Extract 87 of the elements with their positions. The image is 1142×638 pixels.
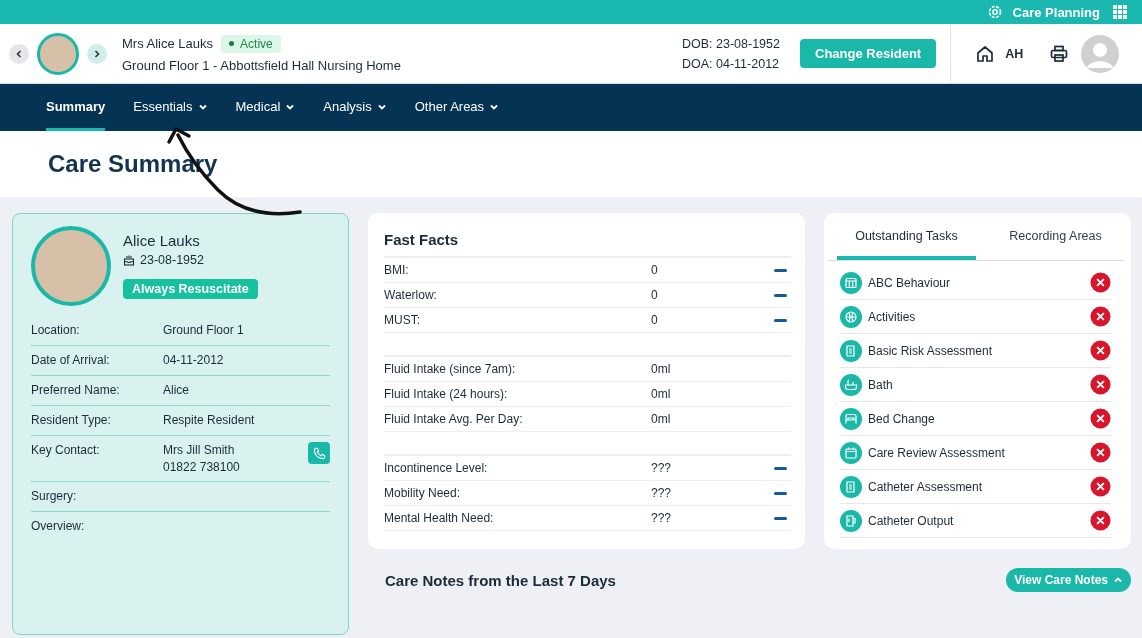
task-label[interactable]: Activities xyxy=(868,309,1090,324)
field-value: Alice xyxy=(163,383,190,397)
nav-tab[interactable]: Analysis xyxy=(323,84,387,131)
field-value: Respite Resident xyxy=(163,413,256,427)
fact-label: Waterlow: xyxy=(384,288,438,302)
fact-value: 0 xyxy=(651,313,659,327)
field-label: Key Contact: xyxy=(31,443,101,457)
task-label[interactable]: Catheter Assessment xyxy=(868,479,1090,494)
fact-value: ??? xyxy=(651,486,673,500)
nav-tab[interactable]: Essentials xyxy=(133,84,208,131)
field-label: Location: xyxy=(31,323,81,337)
fact-label: Mental Health Need: xyxy=(384,511,495,525)
dash-icon xyxy=(774,293,787,297)
document-icon xyxy=(840,339,862,362)
fact-value: ??? xyxy=(651,461,673,475)
field-label: Date of Arrival: xyxy=(31,353,111,367)
resident-location: Ground Floor 1 - Abbottsfield Hall Nursing Home xyxy=(122,57,402,73)
field-label: Resident Type: xyxy=(31,413,112,427)
fact-label: Fluid Intake (24 hours): xyxy=(384,387,509,401)
field-label: Preferred Name: xyxy=(31,383,121,397)
nav-tab[interactable]: Other Areas xyxy=(414,84,500,131)
card-title: Fast Facts xyxy=(384,231,460,248)
field-value: 04-11-2012 xyxy=(163,353,225,367)
document-icon xyxy=(840,475,862,498)
task-label[interactable]: Care Review Assessment xyxy=(868,445,1090,460)
status-badge: Active xyxy=(221,34,281,53)
date-of-birth: DOB: 23-08-1952 xyxy=(682,36,781,51)
bed-icon xyxy=(840,407,862,430)
table-icon xyxy=(840,271,862,294)
close-icon[interactable] xyxy=(1090,442,1111,463)
fact-label: MUST: xyxy=(384,313,421,327)
panel-tab[interactable]: Recording Areas xyxy=(986,216,1125,260)
dash-icon xyxy=(774,318,787,322)
date-of-arrival: DOA: 04-11-2012 xyxy=(682,56,781,71)
close-icon[interactable] xyxy=(1090,272,1111,293)
section-title: Care Notes from the Last 7 Days xyxy=(385,571,616,589)
field-label: Surgery: xyxy=(31,489,78,503)
panel-tab[interactable]: Outstanding Tasks xyxy=(837,216,976,260)
phone-icon xyxy=(312,446,326,460)
close-icon[interactable] xyxy=(1090,510,1111,531)
dash-icon xyxy=(774,516,787,520)
field-label: Overview: xyxy=(31,519,86,533)
resident-avatar xyxy=(37,32,79,75)
close-icon[interactable] xyxy=(1090,374,1111,395)
home-icon[interactable] xyxy=(975,43,996,64)
fact-value: 0ml xyxy=(651,412,672,426)
field-value: Mrs Jill Smith xyxy=(163,443,236,457)
task-label[interactable]: ABC Behaviour xyxy=(868,275,1090,290)
close-icon[interactable] xyxy=(1090,340,1111,361)
field-value: Ground Floor 1 xyxy=(163,323,245,337)
previous-button[interactable] xyxy=(9,43,29,64)
profile-dob: 23-08-1952 xyxy=(140,253,204,267)
profile-name: Alice Lauks xyxy=(123,232,200,249)
fact-label: Fluid Intake Avg. Per Day: xyxy=(384,412,524,426)
chevron-up-icon xyxy=(1113,575,1123,585)
chevron-right-icon xyxy=(92,48,102,59)
fact-value: 0 xyxy=(651,288,659,302)
close-icon[interactable] xyxy=(1090,306,1111,327)
fact-label: Incontinence Level: xyxy=(384,461,489,475)
resident-name: Mrs Alice Lauks xyxy=(122,36,214,51)
fact-value: ??? xyxy=(651,511,673,525)
ball-icon xyxy=(840,305,862,328)
task-label[interactable]: Bath xyxy=(868,377,1090,392)
task-label[interactable]: Catheter Output xyxy=(868,513,1090,528)
close-icon[interactable] xyxy=(1090,408,1111,429)
fact-label: Fluid Intake (since 7am): xyxy=(384,362,517,376)
task-label[interactable]: Bed Change xyxy=(868,411,1090,426)
next-button[interactable] xyxy=(87,43,107,64)
fact-value: 0ml xyxy=(651,362,672,376)
user-initials[interactable]: AH xyxy=(1005,46,1024,61)
fact-value: 0ml xyxy=(651,387,672,401)
bath-icon xyxy=(840,373,862,396)
nav-tab[interactable]: Medical xyxy=(235,84,296,131)
field-value: 01822 738100 xyxy=(163,460,241,474)
cup-icon xyxy=(840,509,862,532)
dash-icon xyxy=(774,466,787,470)
task-label[interactable]: Basic Risk Assessment xyxy=(868,343,1090,358)
fact-value: 0 xyxy=(651,263,659,277)
close-icon[interactable] xyxy=(1090,476,1111,497)
fact-label: BMI: xyxy=(384,263,410,277)
calendar-icon xyxy=(840,441,862,464)
chevron-left-icon xyxy=(14,48,24,59)
print-icon[interactable] xyxy=(1049,43,1070,64)
dash-icon xyxy=(774,268,787,272)
resuscitate-badge: Always Resuscitate xyxy=(123,279,258,299)
dash-icon xyxy=(774,491,787,495)
fact-label: Mobility Need: xyxy=(384,486,462,500)
